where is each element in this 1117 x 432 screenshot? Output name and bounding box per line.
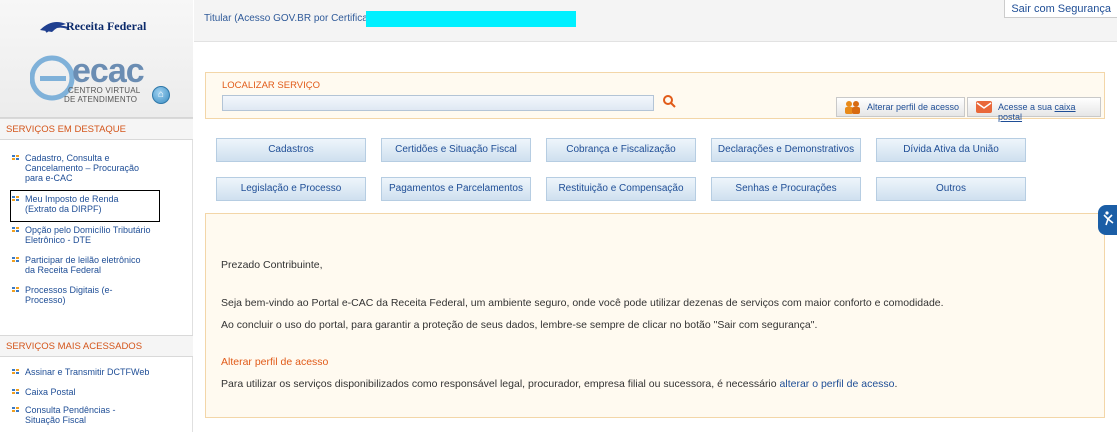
bullet-icon	[12, 227, 20, 233]
welcome-line-3: Para utilizar os serviços disponibilizad…	[221, 378, 897, 390]
category-divida-ativa[interactable]: Dívida Ativa da União	[876, 138, 1026, 162]
welcome-panel: Prezado Contribuinte, Seja bem-vindo ao …	[205, 213, 1105, 418]
sidebar-item-line: Cadastro, Consulta e	[25, 153, 110, 163]
logout-button[interactable]: Sair com Segurança	[1004, 0, 1117, 18]
sidebar-item-line: Processo)	[25, 295, 66, 305]
users-icon	[845, 101, 860, 114]
sidebar-item-procuracao[interactable]: Cadastro, Consulta e Cancelamento – Proc…	[12, 153, 188, 183]
ecac-subtitle-1: CENTRO VIRTUAL	[68, 86, 141, 95]
bullet-icon	[12, 155, 20, 161]
profile-section-title: Alterar perfil de acesso	[221, 356, 329, 368]
category-cadastros[interactable]: Cadastros	[216, 138, 366, 162]
sidebar-item-line: da Receita Federal	[25, 265, 102, 275]
search-panel: LOCALIZAR SERVIÇO Alterar perfil de aces…	[205, 72, 1105, 122]
left-column: Receita Federal ecac CENTRO VIRTUAL DE A…	[0, 0, 193, 432]
welcome-line-1: Seja bem-vindo ao Portal e-CAC da Receit…	[221, 297, 944, 309]
search-label: LOCALIZAR SERVIÇO	[222, 80, 321, 91]
change-profile-link[interactable]: alterar o perfil de acesso	[780, 378, 895, 390]
featured-services-title: SERVIÇOS EM DESTAQUE	[0, 118, 193, 140]
mailbox-button[interactable]: Acesse a sua caixa postal	[967, 97, 1101, 122]
sidebar-item-line: Cancelamento – Procuração	[25, 163, 140, 173]
welcome-greeting: Prezado Contribuinte,	[221, 259, 323, 271]
sidebar-item-dctfweb[interactable]: Assinar e Transmitir DCTFWeb	[12, 367, 188, 377]
sidebar-item-line: Participar de leilão eletrônico	[25, 255, 141, 265]
highlight-box	[10, 190, 160, 222]
search-icon[interactable]	[662, 94, 676, 108]
category-restituicao[interactable]: Restituição e Compensação	[546, 177, 696, 201]
sidebar-item-leilao[interactable]: Participar de leilão eletrônico da Recei…	[12, 255, 188, 275]
titular-label: Titular (Acesso GOV.BR por Certificado):	[204, 13, 385, 24]
bullet-icon	[12, 257, 20, 263]
bullet-icon	[12, 389, 20, 395]
sidebar-item-line: Situação Fiscal	[25, 415, 87, 425]
category-declaracoes[interactable]: Declarações e Demonstrativos	[711, 138, 861, 162]
category-legislacao[interactable]: Legislação e Processo	[216, 177, 366, 201]
search-input[interactable]	[222, 95, 654, 111]
welcome-line-3-suffix: .	[894, 378, 898, 390]
sidebar-item-line: Consulta Pendências -	[25, 405, 116, 415]
change-profile-button[interactable]: Alterar perfil de acesso	[836, 97, 966, 117]
mail-icon	[976, 101, 992, 113]
change-profile-label: Alterar perfil de acesso	[867, 102, 960, 112]
bullet-icon	[12, 287, 20, 293]
sidebar-item-line: Processos Digitais (e-	[25, 285, 113, 295]
top-bar: Titular (Acesso GOV.BR por Certificado):…	[194, 0, 1117, 42]
sidebar-item-line: Assinar e Transmitir DCTFWeb	[25, 367, 150, 377]
category-cobranca[interactable]: Cobrança e Fiscalização	[546, 138, 696, 162]
bullet-icon	[12, 369, 20, 375]
sidebar-item-line: Opção pelo Domicílio Tributário	[25, 225, 151, 235]
sidebar-item-pendencias[interactable]: Consulta Pendências - Situação Fiscal	[12, 405, 188, 425]
sidebar-item-caixa-postal[interactable]: Caixa Postal	[12, 387, 188, 397]
category-senhas[interactable]: Senhas e Procurações	[711, 177, 861, 201]
bullet-icon	[12, 407, 20, 413]
category-certidoes[interactable]: Certidões e Situação Fiscal	[381, 138, 531, 162]
sidebar-item-eprocesso[interactable]: Processos Digitais (e- Processo)	[12, 285, 188, 305]
sidebar-item-line: para e-CAC	[25, 173, 73, 183]
titular-redacted-value	[366, 11, 576, 27]
welcome-line-2: Ao concluir o uso do portal, para garant…	[221, 319, 818, 331]
category-outros[interactable]: Outros	[876, 177, 1026, 201]
most-accessed-title: SERVIÇOS MAIS ACESSADOS	[0, 335, 193, 357]
ecac-subtitle-2: DE ATENDIMENTO	[64, 95, 138, 104]
welcome-line-3-prefix: Para utilizar os serviços disponibilizad…	[221, 378, 780, 390]
sidebar-item-line: Caixa Postal	[25, 387, 76, 397]
accessibility-glyph-icon	[1103, 211, 1114, 226]
logo-area: Receita Federal ecac CENTRO VIRTUAL DE A…	[0, 0, 193, 118]
accessibility-icon[interactable]	[1098, 205, 1117, 235]
home-icon[interactable]: ⌂	[152, 86, 170, 104]
receita-federal-text[interactable]: Receita Federal	[66, 19, 146, 34]
category-pagamentos[interactable]: Pagamentos e Parcelamentos	[381, 177, 531, 201]
sidebar-item-dte[interactable]: Opção pelo Domicílio Tributário Eletrôni…	[12, 225, 188, 245]
sidebar-item-line: Eletrônico - DTE	[25, 235, 92, 245]
mailbox-prefix: Acesse a sua	[998, 102, 1053, 112]
